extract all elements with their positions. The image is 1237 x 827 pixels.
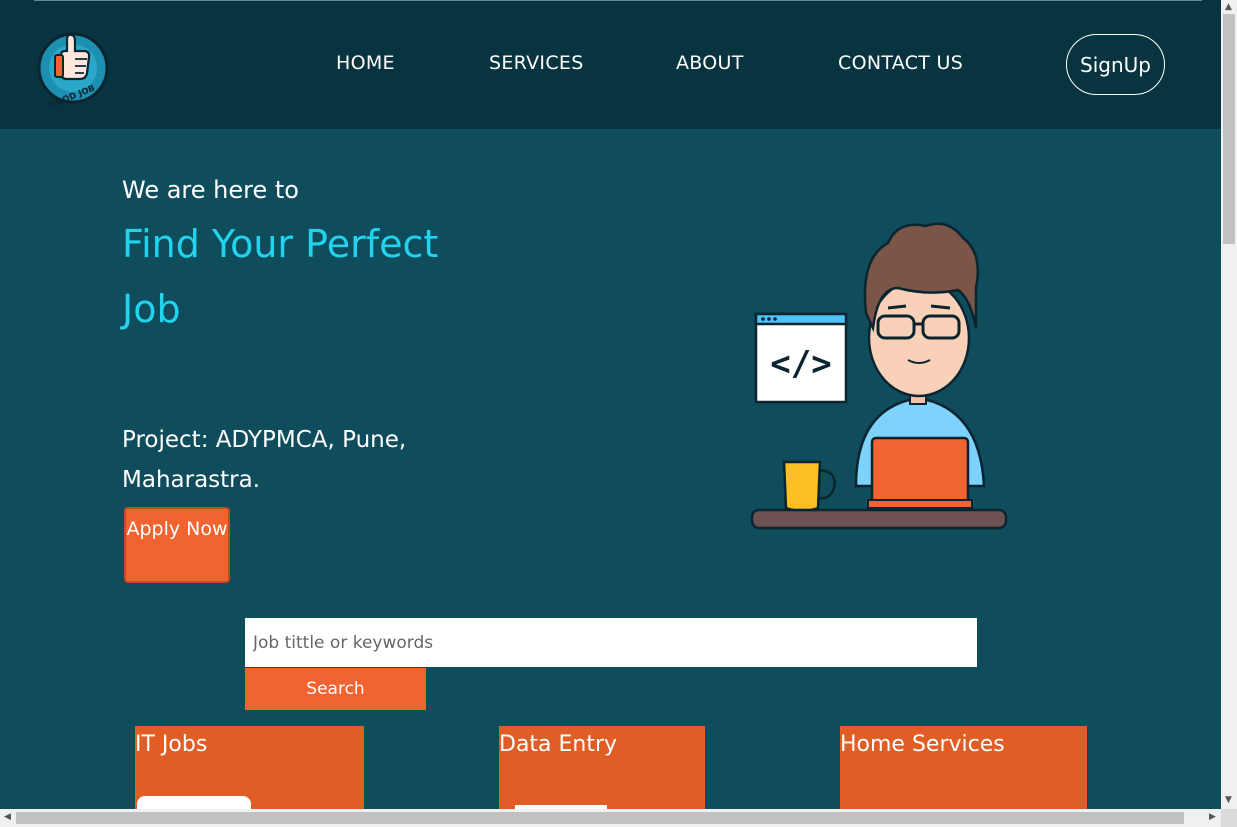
project-text: Project: ADYPMCA, Pune, Maharastra.: [122, 427, 407, 493]
category-card-it-jobs[interactable]: IT Jobs: [135, 726, 364, 809]
job-search-input[interactable]: [245, 618, 977, 667]
navbar: GOOD JOB HOME SERVICES ABOUT CONTACT US …: [0, 0, 1221, 129]
scroll-up-arrow-icon[interactable]: ▲: [1225, 2, 1232, 12]
card-image-placeholder: [137, 796, 251, 809]
nav-home-link[interactable]: HOME: [336, 52, 395, 74]
search-button[interactable]: Search: [245, 668, 426, 710]
horizontal-scrollbar[interactable]: ◀ ▶: [0, 809, 1221, 827]
good-job-logo[interactable]: GOOD JOB: [37, 25, 109, 111]
category-card-home-services[interactable]: Home Services: [840, 726, 1087, 809]
scroll-down-arrow-icon[interactable]: ▼: [1225, 795, 1232, 805]
nav-services-link[interactable]: SERVICES: [489, 52, 584, 74]
horizontal-scroll-thumb[interactable]: [16, 812, 1184, 824]
nav-about-link[interactable]: ABOUT: [676, 52, 744, 74]
signup-button[interactable]: SignUp: [1066, 34, 1165, 95]
category-card-data-entry[interactable]: Data Entry: [499, 726, 705, 809]
divider: [34, 0, 1202, 1]
code-symbol: </>: [770, 344, 831, 384]
hero-title: Find Your Perfect Job: [122, 222, 439, 331]
category-label: IT Jobs: [135, 732, 208, 757]
page-viewport: GOOD JOB HOME SERVICES ABOUT CONTACT US …: [0, 0, 1221, 809]
scroll-right-arrow-icon[interactable]: ▶: [1209, 812, 1216, 822]
nav-contact-link[interactable]: CONTACT US: [838, 52, 963, 74]
apply-now-button[interactable]: Apply Now: [124, 507, 230, 583]
scrollbar-corner: [1221, 809, 1237, 827]
scroll-left-arrow-icon[interactable]: ◀: [4, 812, 11, 822]
category-label: Data Entry: [499, 732, 618, 757]
developer-illustration: </>: [750, 222, 1008, 530]
vertical-scroll-thumb[interactable]: [1223, 14, 1235, 244]
vertical-scrollbar[interactable]: ▲ ▼: [1221, 0, 1237, 809]
hero-subtitle: We are here to: [122, 176, 299, 204]
category-label: Home Services: [840, 732, 1005, 757]
